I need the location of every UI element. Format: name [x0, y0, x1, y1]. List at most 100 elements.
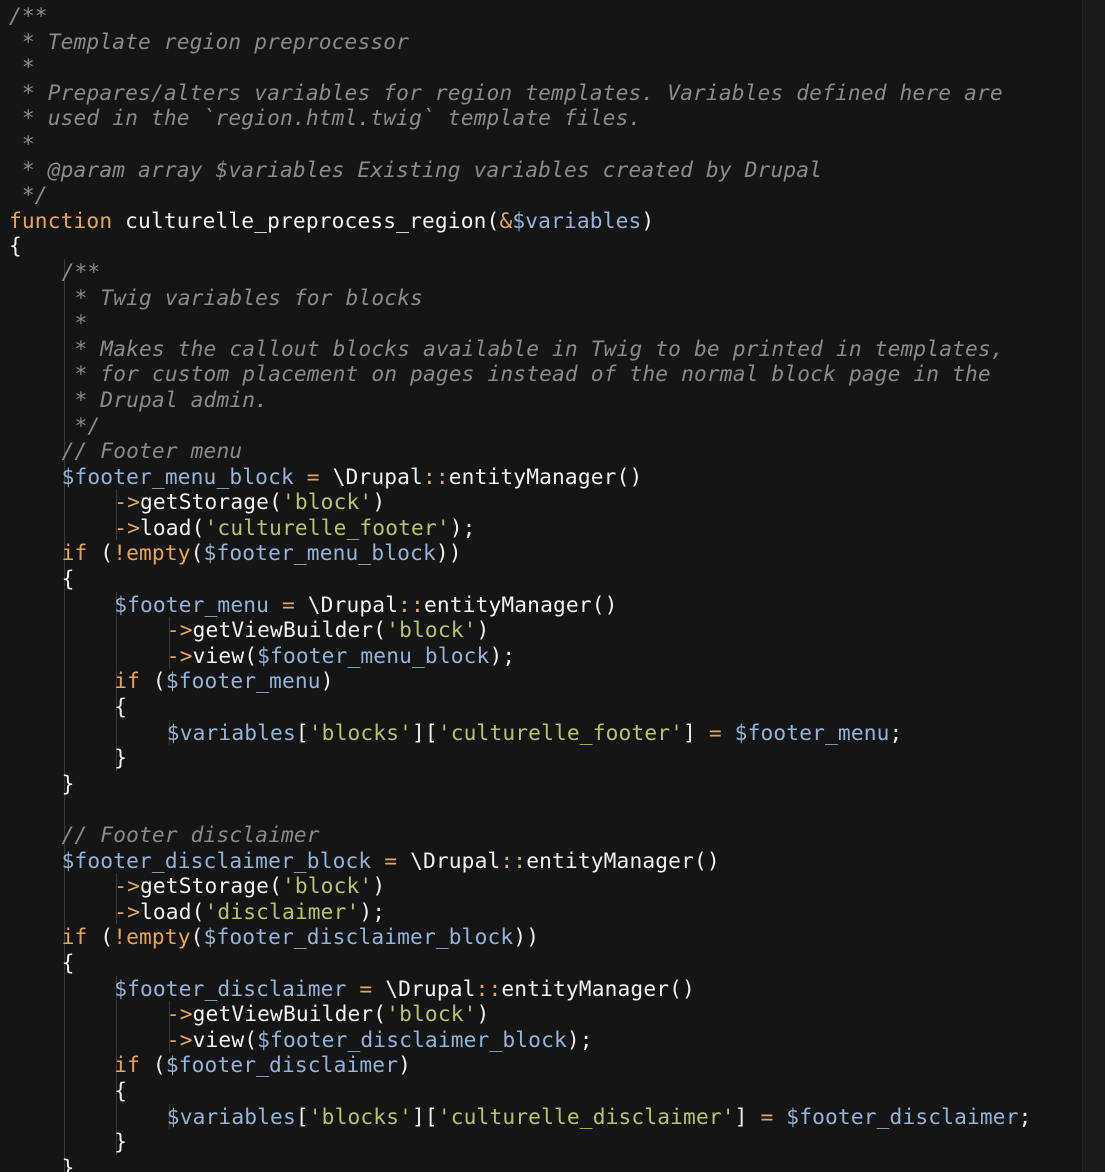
- code-line-content: {: [62, 950, 75, 976]
- code-line[interactable]: */: [9, 182, 1081, 208]
- code-line[interactable]: ->view($footer_menu_block);: [9, 642, 1081, 669]
- indent-guide: [63, 591, 65, 618]
- code-line[interactable]: /**: [9, 258, 1081, 285]
- token-func: entityManager: [448, 463, 617, 489]
- token-op: ->: [114, 873, 140, 899]
- indent-guide: [63, 668, 65, 695]
- code-line[interactable]: $variables['blocks']['culturelle_disclai…: [9, 1103, 1081, 1130]
- code-line[interactable]: * used in the `region.html.twig` templat…: [9, 105, 1081, 131]
- token-plain: [: [295, 1103, 309, 1129]
- code-line[interactable]: ->getViewBuilder('block'): [9, 1001, 1081, 1027]
- code-line[interactable]: * Prepares/alters variables for region t…: [9, 80, 1081, 106]
- code-line[interactable]: }: [9, 1154, 1081, 1172]
- code-line[interactable]: * Template region preprocessor: [9, 29, 1081, 55]
- code-line[interactable]: // Footer disclaimer: [9, 822, 1081, 848]
- token-string: 'blocks': [308, 719, 413, 745]
- token-plain: (: [373, 1001, 387, 1027]
- code-line[interactable]: */: [9, 412, 1081, 439]
- token-op: &: [499, 207, 513, 233]
- code-line[interactable]: $footer_menu = \Drupal::entityManager(): [9, 591, 1081, 618]
- code-line[interactable]: ->view($footer_disclaimer_block);: [9, 1026, 1081, 1053]
- token-string: 'culturelle_disclaimer': [437, 1103, 735, 1129]
- code-line[interactable]: $footer_disclaimer = \Drupal::entityMana…: [9, 975, 1081, 1002]
- code-line-content: * Makes the callout blocks available in …: [62, 336, 1004, 362]
- code-line-content: }: [114, 1129, 127, 1155]
- code-line-content: {: [62, 566, 75, 592]
- code-line-content: ->view($footer_disclaimer_block);: [167, 1027, 593, 1053]
- indent-guide: [63, 873, 65, 899]
- code-line[interactable]: // Footer menu: [9, 438, 1081, 464]
- code-line[interactable]: ->load('disclaimer');: [9, 898, 1081, 925]
- code-line[interactable]: *: [9, 310, 1081, 336]
- token-plain: (: [190, 540, 204, 566]
- token-comment: * @param array $variables Existing varia…: [9, 156, 823, 182]
- token-comment: * for custom placement on pages instead …: [61, 361, 991, 387]
- code-line[interactable]: *: [9, 131, 1081, 157]
- code-line[interactable]: function culturelle_preprocess_region(&$…: [9, 208, 1081, 234]
- token-var: $footer_disclaimer: [114, 975, 347, 1001]
- code-line[interactable]: ->getStorage('block'): [9, 873, 1081, 899]
- code-line[interactable]: {: [9, 694, 1081, 720]
- indent-guide: [116, 1001, 118, 1027]
- token-plain: {: [114, 694, 128, 720]
- token-keyword: if: [61, 924, 88, 950]
- code-line[interactable]: }: [9, 770, 1081, 797]
- code-line[interactable]: }: [9, 745, 1081, 771]
- code-line[interactable]: $variables['blocks']['culturelle_footer'…: [9, 719, 1081, 746]
- token-var: $variables: [512, 207, 642, 233]
- token-plain: }: [61, 770, 75, 796]
- token-plain: ][: [412, 1103, 438, 1129]
- code-line[interactable]: * for custom placement on pages instead …: [9, 361, 1081, 387]
- token-func: view: [192, 642, 245, 668]
- token-func: getStorage: [140, 489, 270, 515]
- code-line[interactable]: }: [9, 1129, 1081, 1155]
- code-line[interactable]: [9, 796, 1081, 822]
- code-line-content: ->getViewBuilder('block'): [167, 617, 490, 643]
- token-func: entityManager: [501, 975, 670, 1001]
- token-plain: ): [476, 1001, 490, 1027]
- code-line-content: /**: [62, 259, 101, 285]
- token-comment: * Makes the callout blocks available in …: [61, 335, 1004, 361]
- code-line[interactable]: ->load('culturelle_footer');: [9, 514, 1081, 541]
- token-var: $footer_menu: [734, 719, 890, 745]
- token-op: ->: [166, 642, 193, 668]
- code-line[interactable]: {: [9, 233, 1081, 259]
- token-func: load: [140, 514, 192, 540]
- token-ns: \Drupal: [385, 975, 476, 1001]
- code-line[interactable]: /**: [9, 3, 1081, 29]
- vertical-scrollbar[interactable]: [1082, 0, 1105, 1172]
- code-line[interactable]: {: [9, 949, 1081, 976]
- code-line[interactable]: $footer_disclaimer_block = \Drupal::enti…: [9, 847, 1081, 874]
- code-line-content: // Footer disclaimer: [62, 822, 320, 848]
- code-line-content: *: [9, 131, 35, 157]
- token-comment: */: [61, 412, 101, 438]
- code-line[interactable]: *: [9, 54, 1081, 80]
- code-line[interactable]: if ($footer_menu): [9, 668, 1081, 695]
- code-line[interactable]: * Twig variables for blocks: [9, 284, 1081, 311]
- code-line[interactable]: if ($footer_disclaimer): [9, 1052, 1081, 1078]
- code-line[interactable]: if (!empty($footer_menu_block)): [9, 540, 1081, 567]
- indent-guide: [63, 719, 65, 746]
- token-op: ->: [166, 1026, 193, 1052]
- code-line-content: {: [114, 1078, 127, 1104]
- code-editor[interactable]: /** * Template region preprocessor * * P…: [0, 0, 1105, 1172]
- code-line[interactable]: ->getViewBuilder('block'): [9, 617, 1081, 643]
- code-line[interactable]: * @param array $variables Existing varia…: [9, 157, 1081, 183]
- code-line-content: ->load('disclaimer');: [114, 899, 385, 925]
- code-line[interactable]: * Makes the callout blocks available in …: [9, 335, 1081, 362]
- code-area[interactable]: /** * Template region preprocessor * * P…: [9, 3, 1081, 1172]
- code-line[interactable]: if (!empty($footer_disclaimer_block)): [9, 924, 1081, 950]
- code-line-content: // Footer menu: [62, 438, 243, 464]
- token-plain: )): [513, 924, 540, 950]
- code-line[interactable]: {: [9, 1077, 1081, 1104]
- indent-guide: [63, 514, 65, 541]
- code-line[interactable]: {: [9, 566, 1081, 592]
- code-line-content: $footer_menu_block = \Drupal::entityMana…: [62, 464, 643, 490]
- code-line[interactable]: * Drupal admin.: [9, 386, 1081, 413]
- code-line[interactable]: $footer_menu_block = \Drupal::entityMana…: [9, 463, 1081, 490]
- code-line-content: $variables['blocks']['culturelle_disclai…: [167, 1104, 1032, 1130]
- token-plain: (: [486, 207, 500, 233]
- token-comment: * used in the `region.html.twig` templat…: [9, 105, 642, 131]
- token-plain: (: [87, 540, 114, 566]
- code-line[interactable]: ->getStorage('block'): [9, 489, 1081, 515]
